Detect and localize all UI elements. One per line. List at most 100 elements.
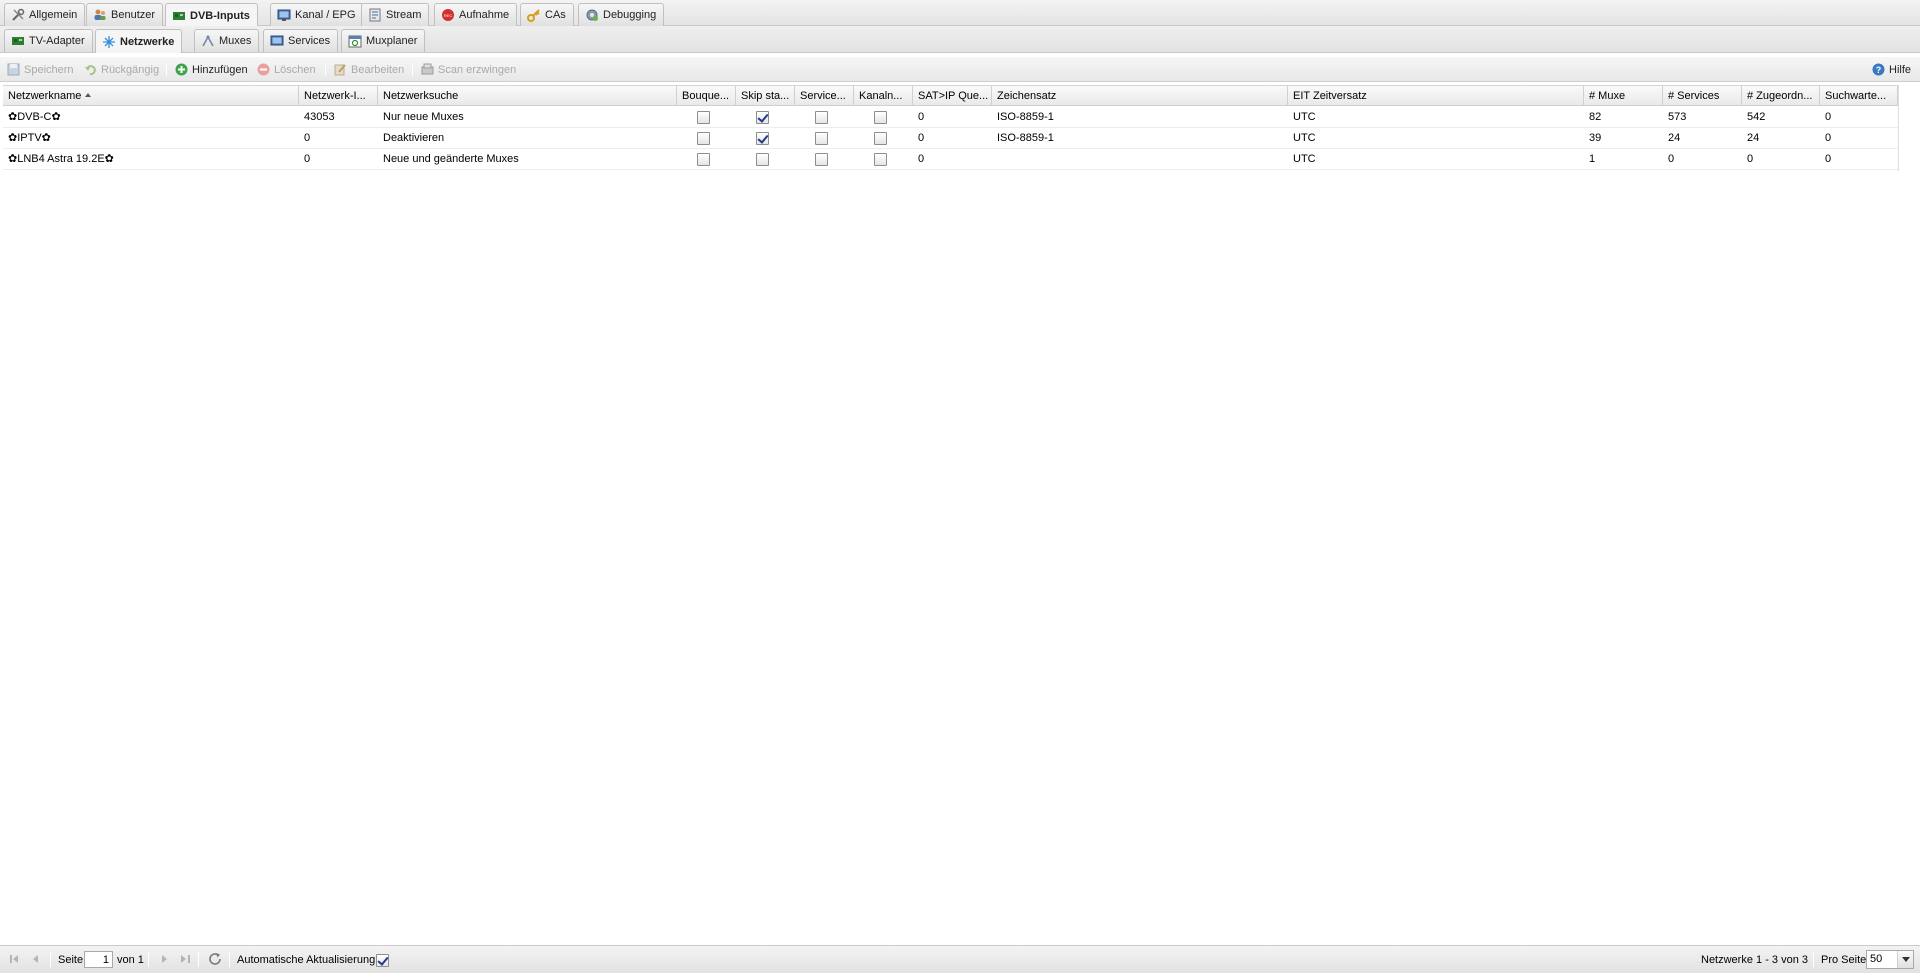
column-header-network-discovery[interactable]: Netzwerksuche (378, 86, 677, 106)
cell-services: 24 (1668, 132, 1681, 144)
tab-label: Services (288, 35, 331, 47)
checkbox-bouquet[interactable] (697, 111, 710, 124)
column-header-skip-startup[interactable]: Skip sta... (736, 86, 795, 106)
undo-button[interactable]: Rückgängig (84, 61, 159, 78)
first-page-icon (10, 955, 12, 963)
tab-aufnahme[interactable]: REC Aufnahme (434, 3, 518, 26)
checkbox-service-discovery[interactable] (815, 111, 828, 124)
refresh-button[interactable] (207, 951, 223, 967)
tab-label: Stream (386, 9, 422, 21)
add-button[interactable]: Hinzufügen (175, 61, 248, 78)
tab-kanal-epg[interactable]: Kanal / EPG (270, 3, 364, 26)
muxplanner-icon (348, 34, 362, 48)
cell-network-name: ✿DVB-C✿ (8, 111, 61, 123)
tab-dvb-inputs[interactable]: DVB-Inputs (165, 3, 258, 27)
users-icon (93, 8, 107, 22)
column-header-network-name[interactable]: Netzwerkname (3, 86, 299, 106)
tab-benutzer[interactable]: Benutzer (86, 3, 164, 26)
next-page-button[interactable] (157, 953, 171, 966)
main-tab-bar: Allgemein Benutzer DVB-Inputs Kanal / EP… (0, 0, 1920, 27)
cell-satip-source: 0 (918, 153, 925, 165)
auto-refresh-checkbox[interactable] (376, 954, 389, 967)
cell-charset (992, 149, 1288, 169)
checkbox-bouquet[interactable] (697, 132, 710, 145)
per-page-label: Pro Seite (1821, 954, 1867, 966)
checkbox-channel-numbers[interactable] (874, 132, 887, 145)
cell-network-id: 0 (304, 132, 311, 144)
column-header-bouquet[interactable]: Bouque... (677, 86, 736, 106)
tab-label: DVB-Inputs (190, 9, 250, 22)
checkbox-bouquet[interactable] (697, 153, 710, 166)
toolbar-separator (412, 63, 413, 76)
cell-network-discovery: Neue und geänderte Muxes (383, 153, 519, 165)
tab-cas[interactable]: CAs (520, 3, 574, 26)
tab-debugging[interactable]: Debugging (578, 3, 665, 26)
column-header-eit-offset[interactable]: EIT Zeitversatz (1288, 86, 1584, 106)
checkbox-skip-startup[interactable] (756, 132, 769, 145)
save-button[interactable]: Speichern (7, 61, 74, 78)
tab-muxplaner[interactable]: Muxplaner (341, 29, 426, 52)
svg-text:?: ? (1876, 65, 1882, 75)
cell-network-discovery: Nur neue Muxes (383, 111, 464, 123)
table-row[interactable]: ✿DVB-C✿ 43053 Nur neue Muxes 0 ISO-8859-… (3, 107, 1898, 128)
checkbox-channel-numbers[interactable] (874, 111, 887, 124)
column-header-network-id[interactable]: Netzwerk-I... (299, 86, 378, 106)
debug-gear-icon (585, 8, 599, 22)
column-header-scan-queue[interactable]: Suchwarte... (1820, 86, 1898, 106)
tab-allgemein[interactable]: Allgemein (4, 3, 86, 26)
scan-button[interactable]: Scan erzwingen (421, 61, 516, 78)
cell-eit-offset: UTC (1293, 132, 1316, 144)
checkbox-service-discovery[interactable] (815, 153, 828, 166)
edit-icon (334, 63, 347, 76)
cell-mapped: 542 (1747, 111, 1766, 123)
tab-netzwerke[interactable]: Netzwerke (95, 29, 183, 53)
checkbox-service-discovery[interactable] (815, 132, 828, 145)
tab-muxes[interactable]: Muxes (194, 29, 260, 52)
last-page-button[interactable] (178, 953, 192, 966)
page-number-input[interactable] (84, 951, 113, 968)
tab-stream[interactable]: Stream (361, 3, 430, 26)
last-page-icon (181, 955, 186, 963)
column-header-satip-source[interactable]: SAT>IP Que... (913, 86, 992, 106)
cell-muxes: 1 (1589, 153, 1596, 165)
tab-label: Aufnahme (459, 9, 510, 21)
edit-button[interactable]: Bearbeiten (334, 61, 404, 78)
cell-muxes: 82 (1589, 111, 1602, 123)
paging-toolbar: Seite von 1 Automatische Aktualisierung … (0, 945, 1920, 973)
column-header-mapped[interactable]: # Zugeordn... (1742, 86, 1820, 106)
delete-button[interactable]: Löschen (257, 61, 316, 78)
page-count-label: von 1 (117, 954, 144, 966)
tv-icon (277, 8, 291, 22)
table-row[interactable]: ✿IPTV✿ 0 Deaktivieren 0 ISO-8859-1 UTC 3… (3, 128, 1898, 149)
cell-scan-queue: 0 (1825, 132, 1832, 144)
help-button[interactable]: ? Hilfe (1872, 61, 1911, 78)
wrench-icon (11, 8, 25, 22)
per-page-select[interactable]: 50 (1866, 950, 1914, 969)
chevron-down-icon[interactable] (1897, 951, 1913, 968)
undo-icon (84, 63, 97, 76)
services-icon (270, 34, 284, 48)
tab-label: Allgemein (29, 9, 78, 21)
paging-summary: Netzwerke 1 - 3 von 3 (1701, 954, 1808, 966)
cell-charset: ISO-8859-1 (997, 111, 1054, 123)
cell-satip-source: 0 (918, 111, 925, 123)
sort-ascending-icon (85, 93, 92, 97)
table-row[interactable]: ✿LNB4 Astra 19.2E✿ 0 Neue und geänderte … (3, 149, 1898, 170)
checkbox-skip-startup[interactable] (756, 111, 769, 124)
checkbox-channel-numbers[interactable] (874, 153, 887, 166)
tab-services[interactable]: Services (263, 29, 339, 52)
column-header-service-discovery[interactable]: Service... (795, 86, 854, 106)
cell-network-name: ✿LNB4 Astra 19.2E✿ (8, 153, 114, 165)
paging-separator (229, 952, 230, 967)
column-header-muxes[interactable]: # Muxe (1584, 86, 1663, 106)
checkbox-skip-startup[interactable] (756, 153, 769, 166)
column-header-charset[interactable]: Zeichensatz (992, 86, 1288, 106)
column-header-services[interactable]: # Services (1663, 86, 1742, 106)
tab-tv-adapter[interactable]: TV-Adapter (4, 29, 93, 52)
cell-muxes: 39 (1589, 132, 1602, 144)
mux-icon (201, 34, 215, 48)
cell-mapped: 0 (1747, 153, 1754, 165)
column-header-channel-numbers[interactable]: Kanaln... (854, 86, 913, 106)
first-page-button[interactable] (8, 953, 22, 966)
previous-page-button[interactable] (29, 953, 43, 966)
